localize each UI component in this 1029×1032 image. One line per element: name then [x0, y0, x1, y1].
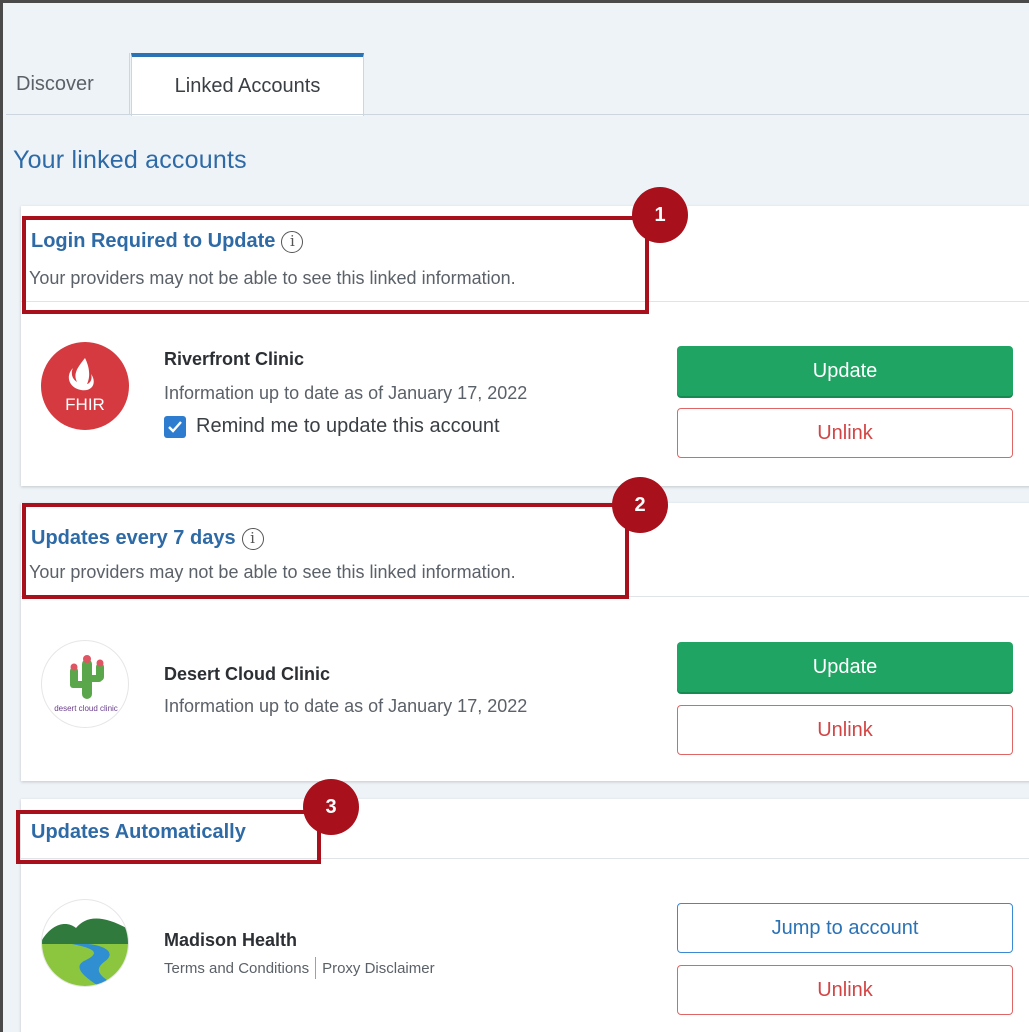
page-title: Your linked accounts — [13, 146, 247, 174]
fhir-logo: FHIR — [41, 342, 129, 430]
tab-discover[interactable]: Discover — [6, 53, 130, 115]
callout-badge-1: 1 — [632, 187, 688, 243]
flame-icon: FHIR — [65, 358, 105, 414]
madison-health-logo — [41, 899, 129, 987]
provider-row: FHIR Riverfront Clinic Information up to… — [21, 302, 1029, 486]
svg-text:FHIR: FHIR — [65, 395, 105, 414]
unlink-button[interactable]: Unlink — [677, 408, 1013, 458]
app-frame: Discover Linked Accounts Your linked acc… — [0, 0, 1029, 1032]
callout-badge-2: 2 — [612, 477, 668, 533]
tab-linked-accounts[interactable]: Linked Accounts — [131, 53, 364, 116]
link-divider — [315, 957, 317, 979]
update-button[interactable]: Update — [677, 346, 1013, 396]
provider-name: Madison Health — [164, 930, 298, 950]
unlink-button[interactable]: Unlink — [677, 965, 1013, 1015]
callout-badge-3: 3 — [303, 779, 359, 835]
provider-name: Riverfront Clinic — [164, 349, 305, 369]
provider-info: Information up to date as of January 17,… — [164, 383, 528, 403]
provider-name: Desert Cloud Clinic — [164, 664, 331, 684]
remind-toggle[interactable]: Remind me to update this account — [164, 415, 500, 438]
jump-to-account-button[interactable]: Jump to account — [677, 903, 1013, 953]
terms-link[interactable]: Terms and Conditions — [164, 960, 309, 977]
update-button[interactable]: Update — [677, 642, 1013, 692]
cactus-icon: desert cloud clinic — [54, 655, 118, 713]
provider-row: desert cloud clinic Desert Cloud Clinic … — [21, 597, 1029, 781]
river-hills-icon — [42, 918, 128, 986]
desert-cloud-logo: desert cloud clinic — [41, 640, 129, 728]
provider-row: Madison Health Terms and Conditions Prox… — [21, 859, 1029, 1032]
provider-info: Information up to date as of January 17,… — [164, 696, 528, 716]
callout-box-2 — [22, 503, 629, 599]
callout-box-3 — [16, 810, 321, 864]
unlink-button[interactable]: Unlink — [677, 705, 1013, 755]
checkbox-checked-icon[interactable] — [164, 415, 186, 438]
remind-label: Remind me to update this account — [196, 415, 500, 437]
callout-box-1 — [22, 216, 649, 314]
tab-divider — [6, 114, 1029, 115]
proxy-disclaimer-link[interactable]: Proxy Disclaimer — [322, 960, 435, 977]
tab-bar: Discover Linked Accounts — [6, 53, 1029, 116]
svg-text:desert cloud clinic: desert cloud clinic — [54, 704, 118, 713]
provider-links: Terms and Conditions Proxy Disclaimer — [164, 957, 435, 979]
